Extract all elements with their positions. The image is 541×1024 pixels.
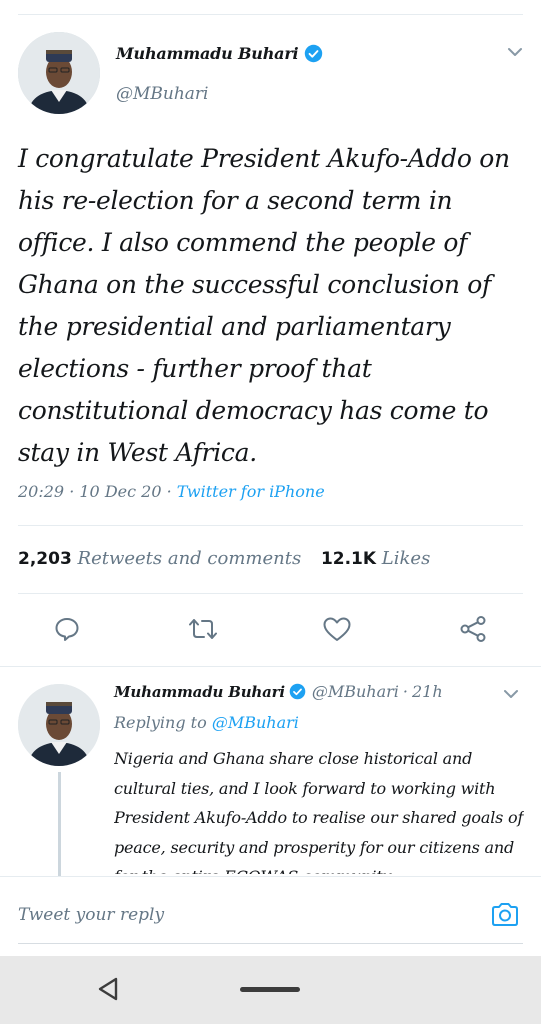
share-icon	[460, 616, 486, 642]
reply-author-avatar[interactable]	[18, 684, 100, 766]
divider	[18, 593, 523, 594]
reply-input-underline	[18, 943, 523, 944]
verified-badge-icon	[289, 683, 306, 700]
retweets-label[interactable]: Retweets and comments	[78, 548, 302, 569]
meta-separator: ·	[166, 482, 177, 501]
reply-age: 21h	[411, 682, 443, 701]
heart-icon	[323, 617, 351, 641]
reply-author-handle[interactable]: @MBuhari	[312, 682, 399, 701]
reply-header[interactable]: Muhammadu Buhari @MBuhari · 21h	[114, 682, 443, 701]
system-nav-bar	[0, 956, 541, 1024]
chevron-down-icon[interactable]	[507, 46, 523, 58]
replying-to: Replying to @MBuhari	[114, 713, 299, 732]
reply-composer: Tweet your reply	[0, 876, 541, 956]
retweets-count[interactable]: 2,203	[18, 549, 72, 569]
likes-label[interactable]: Likes	[382, 548, 431, 569]
reply-author-name[interactable]: Muhammadu Buhari	[114, 683, 285, 701]
reply-icon	[55, 618, 79, 641]
meta-separator: ·	[402, 682, 408, 701]
replying-prefix: Replying to	[114, 713, 207, 732]
home-pill[interactable]	[240, 987, 300, 992]
tweet-meta: 20:29 · 10 Dec 20 · Twitter for iPhone	[18, 482, 325, 501]
verified-badge-icon	[305, 44, 323, 63]
thread-line	[58, 772, 61, 882]
top-divider	[18, 14, 523, 15]
retweet-button[interactable]	[186, 612, 220, 646]
replying-mention-link[interactable]: @MBuhari	[212, 713, 299, 732]
author-avatar[interactable]	[18, 32, 100, 114]
author-name-row[interactable]: Muhammadu Buhari	[116, 44, 323, 63]
tweet-source-link[interactable]: Twitter for iPhone	[177, 482, 325, 501]
tweet-date: 10 Dec 20	[79, 482, 162, 501]
camera-icon[interactable]	[489, 899, 521, 931]
tweet-time: 20:29	[18, 482, 65, 501]
tweet-actions	[0, 612, 541, 646]
meta-separator: ·	[69, 482, 80, 501]
divider	[0, 666, 541, 667]
retweet-icon	[189, 619, 217, 639]
tweet-stats: 2,203 Retweets and comments 12.1K Likes	[18, 548, 444, 569]
author-handle[interactable]: @MBuhari	[116, 84, 209, 104]
reply-tweet-text: Nigeria and Ghana share close historical…	[114, 749, 524, 874]
back-triangle-icon[interactable]	[94, 974, 124, 1004]
like-button[interactable]	[320, 612, 354, 646]
chevron-down-icon[interactable]	[503, 688, 519, 700]
author-name[interactable]: Muhammadu Buhari	[116, 44, 299, 63]
share-button[interactable]	[456, 612, 490, 646]
likes-count[interactable]: 12.1K	[321, 549, 376, 569]
reply-button[interactable]	[50, 612, 84, 646]
divider	[18, 525, 523, 526]
reply-input[interactable]: Tweet your reply	[18, 905, 164, 925]
tweet-text: I congratulate President Akufo-Addo on h…	[18, 144, 510, 467]
